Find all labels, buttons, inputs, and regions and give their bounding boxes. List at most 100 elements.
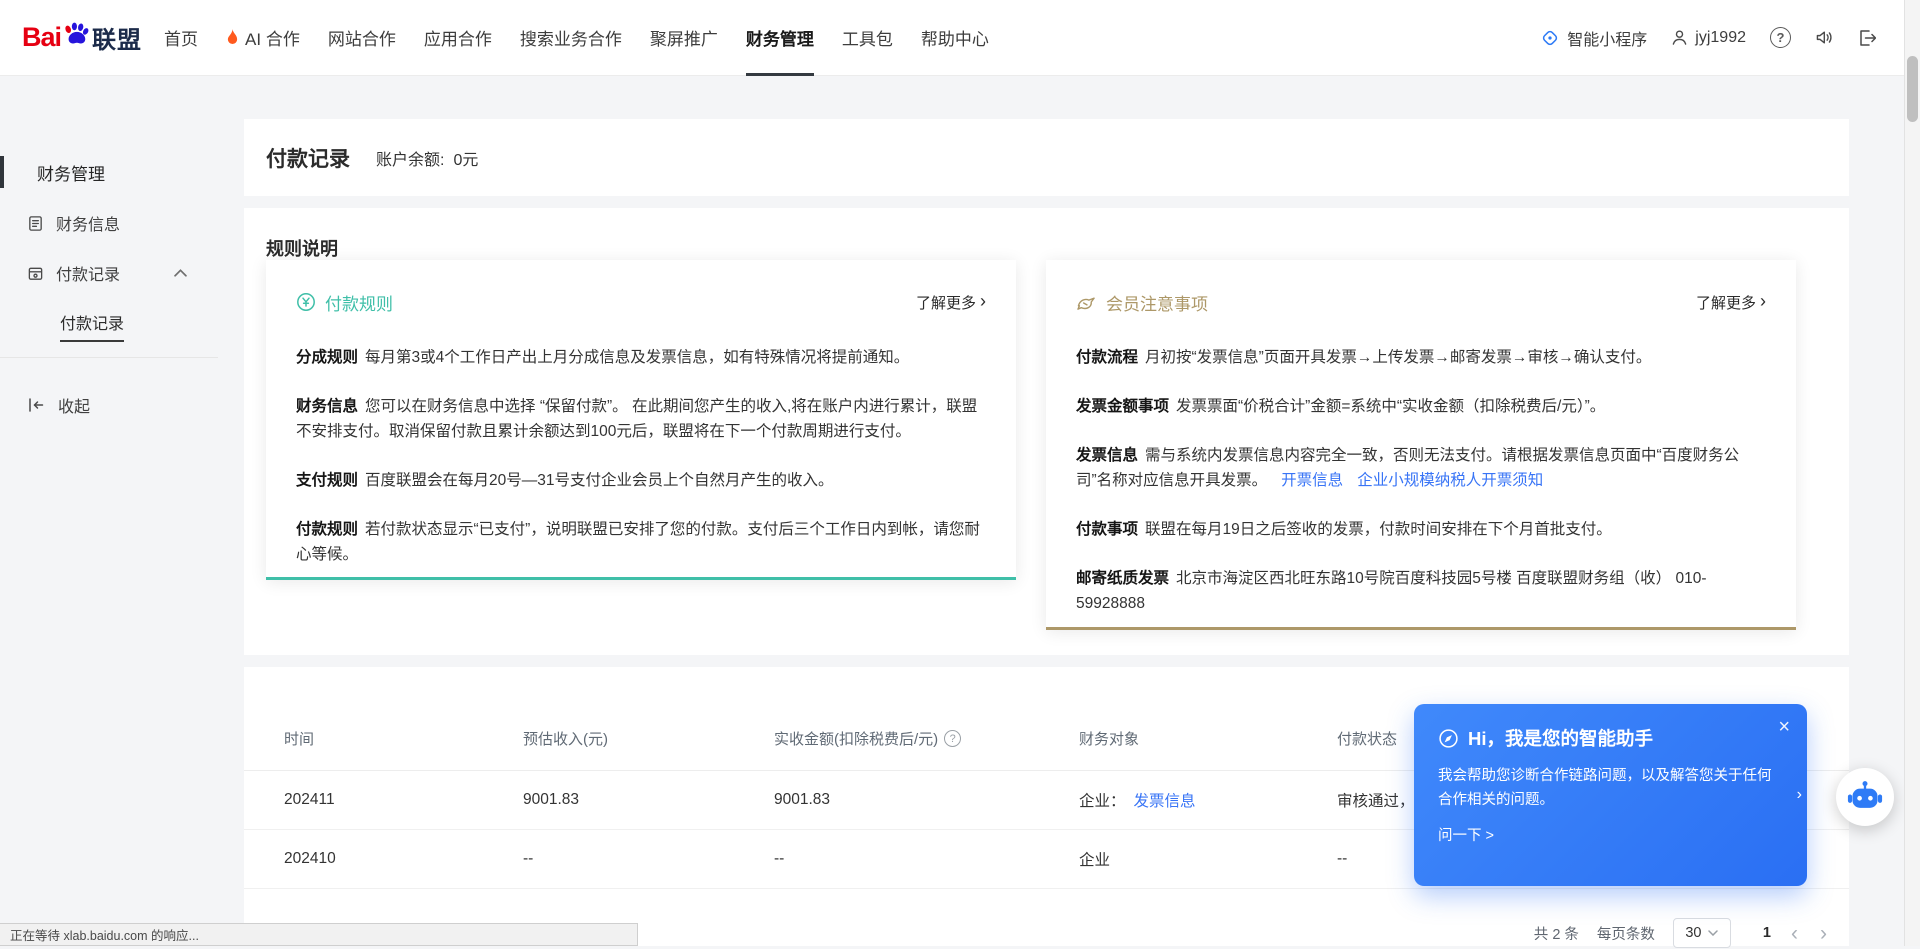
payment-rules-title: 付款规则 — [325, 290, 393, 315]
close-icon[interactable]: × — [1778, 717, 1790, 737]
balance-value: 0元 — [453, 146, 478, 170]
baidu-union-logo[interactable]: Bai 联盟 — [22, 20, 142, 55]
rule-text: 北京市海淀区西北旺东路10号院百度科技园5号楼 百度联盟财务组（收） 010-5… — [1076, 570, 1707, 612]
assistant-robot-avatar[interactable] — [1836, 768, 1894, 826]
sidebar-item-payment-records[interactable]: 付款记录 — [0, 257, 244, 289]
rule-text: 您可以在财务信息中选择 “保留付款”。 在此期间您产生的收入,将在账户内进行累计… — [296, 398, 977, 440]
document-icon — [27, 215, 44, 232]
compass-icon — [1438, 728, 1459, 749]
page-size-select[interactable]: 30 — [1673, 918, 1731, 948]
rule-text: 百度联盟会在每月20号—31号支付企业会员上个自然月产生的收入。 — [365, 472, 833, 489]
rule-paragraph: 发票金额事项发票票面“价税合计”金额=系统中“实收金额（扣除税费后/元）”。 — [1076, 394, 1766, 419]
invoice-info-link[interactable]: 开票信息 — [1281, 472, 1343, 489]
rule-paragraph: 支付规则百度联盟会在每月20号—31号支付企业会员上个自然月产生的收入。 — [296, 468, 986, 493]
rule-text: 发票票面“价税合计”金额=系统中“实收金额（扣除税费后/元）”。 — [1176, 398, 1605, 415]
flame-icon — [226, 29, 239, 46]
nav-item-toolkit[interactable]: 工具包 — [828, 0, 907, 75]
payment-rules-card: 付款规则 了解更多 › 分成规则每月第3或4个工作日产出上月分成信息及发票信息，… — [266, 260, 1016, 580]
cell-entity: 企业 — [1079, 848, 1337, 870]
sidebar-divider — [0, 357, 218, 358]
nav-item-ai-cooperation[interactable]: AI 合作 — [212, 0, 314, 75]
sound-icon[interactable] — [1815, 29, 1834, 46]
assistant-title: Hi，我是您的智能助手 — [1468, 725, 1653, 751]
next-page-button[interactable]: › — [1818, 923, 1829, 944]
scrollbar-thumb[interactable] — [1907, 56, 1918, 122]
main-nav: 首页 AI 合作 网站合作 应用合作 搜索业务合作 聚屏推广 财务管理 工具包 … — [150, 0, 1003, 75]
rule-label: 分成规则 — [296, 349, 358, 366]
rules-section: 规则说明 付款规则 了解更多 › 分成规则每月第3或4个工作日产出上月分成信息及… — [244, 208, 1849, 655]
rule-label: 发票金额事项 — [1076, 398, 1169, 415]
rule-text: 月初按“发票信息”页面开具发票→上传发票→邮寄发票→审核→确认支付。 — [1145, 349, 1651, 366]
assistant-popup: Hi，我是您的智能助手 × 我会帮助您诊断合作链路问题，以及解答您关于任何合作相… — [1414, 704, 1807, 886]
user-icon — [1671, 29, 1688, 46]
payment-rules-more-link[interactable]: 了解更多 › — [916, 292, 986, 313]
page-title: 付款记录 — [266, 143, 350, 173]
page-header-card: 付款记录 账户余额: 0元 — [244, 119, 1849, 196]
scrollbar — [1904, 0, 1920, 946]
miniprogram-icon — [1540, 28, 1560, 48]
member-notes-more-link[interactable]: 了解更多 › — [1696, 292, 1766, 313]
cell-estimated: -- — [523, 850, 774, 868]
sidebar-item-label: 财务信息 — [56, 211, 120, 235]
chevron-right-icon[interactable]: › — [1797, 786, 1802, 804]
sidebar-item-label: 付款记录 — [56, 261, 120, 285]
sidebar-item-finance-info[interactable]: 财务信息 — [0, 207, 244, 239]
nav-item-finance-management[interactable]: 财务管理 — [732, 0, 828, 75]
rule-paragraph: 财务信息您可以在财务信息中选择 “保留付款”。 在此期间您产生的收入,将在账户内… — [296, 394, 986, 444]
logo-text-bai: Bai — [22, 22, 61, 53]
nav-item-screen-promotion[interactable]: 聚屏推广 — [636, 0, 732, 75]
top-navbar: Bai 联盟 首页 AI 合作 网站合作 应用合作 搜索业务合作 聚屏推广 财务… — [0, 0, 1920, 76]
rule-text: 每月第3或4个工作日产出上月分成信息及发票信息，如有特殊情况将提前通知。 — [365, 349, 909, 366]
ask-now-link[interactable]: 问一下 > — [1438, 824, 1494, 845]
rule-paragraph: 分成规则每月第3或4个工作日产出上月分成信息及发票信息，如有特殊情况将提前通知。 — [296, 345, 986, 370]
assistant-message: 我会帮助您诊断合作链路问题，以及解答您关于任何合作相关的问题。 — [1438, 764, 1772, 812]
paw-icon — [63, 21, 90, 46]
rule-paragraph: 付款事项联盟在每月19日之后签收的发票，付款时间安排在下个月首批支付。 — [1076, 517, 1766, 542]
collapse-label: 收起 — [58, 393, 90, 417]
rule-paragraph: 发票信息需与系统内发票信息内容完全一致，否则无法支付。请根据发票信息页面中“百度… — [1076, 443, 1766, 493]
column-header-finance-entity: 财务对象 — [1079, 728, 1337, 749]
username: jyj1992 — [1695, 29, 1746, 47]
coin-icon — [296, 292, 316, 312]
nav-item-search-cooperation[interactable]: 搜索业务合作 — [506, 0, 636, 75]
miniprogram-label: 智能小程序 — [1567, 26, 1647, 50]
cell-time: 202410 — [284, 850, 523, 868]
cell-time: 202411 — [284, 791, 523, 809]
nav-item-app-cooperation[interactable]: 应用合作 — [410, 0, 506, 75]
column-header-actual-amount: 实收金额(扣除税费后/元) ? — [774, 728, 1079, 749]
page-size-label: 每页条数 — [1597, 923, 1655, 944]
small-taxpayer-notice-link[interactable]: 企业小规模纳税人开票须知 — [1357, 472, 1543, 489]
rule-label: 财务信息 — [296, 398, 358, 415]
cell-entity: 企业： 发票信息 — [1079, 789, 1337, 811]
cell-actual: -- — [774, 850, 1079, 868]
assistant-header: Hi，我是您的智能助手 — [1438, 725, 1783, 751]
rules-section-title: 规则说明 — [266, 235, 338, 261]
nav-item-help-center[interactable]: 帮助中心 — [907, 0, 1003, 75]
pagination: 共 2 条 每页条数 30 1 ‹ › — [1534, 917, 1829, 949]
rule-label: 付款规则 — [296, 521, 358, 538]
rule-label: 付款事项 — [1076, 521, 1138, 538]
rule-text: 联盟在每月19日之后签收的发票，付款时间安排在下个月首批支付。 — [1145, 521, 1612, 538]
sidebar-section-finance-management[interactable]: 财务管理 — [0, 156, 244, 188]
chevron-right-icon: › — [980, 292, 986, 310]
nav-item-label: AI 合作 — [245, 25, 300, 50]
rule-paragraph: 邮寄纸质发票北京市海淀区西北旺东路10号院百度科技园5号楼 百度联盟财务组（收）… — [1076, 566, 1766, 616]
nav-item-home[interactable]: 首页 — [150, 0, 212, 75]
invoice-detail-link[interactable]: 发票信息 — [1134, 789, 1196, 811]
user-account[interactable]: jyj1992 — [1671, 29, 1746, 47]
column-header-estimated-income: 预估收入(元) — [523, 728, 774, 749]
total-count: 共 2 条 — [1534, 923, 1579, 944]
rule-label: 付款流程 — [1076, 349, 1138, 366]
info-icon[interactable]: ? — [944, 730, 961, 747]
miniprogram-entry[interactable]: 智能小程序 — [1540, 26, 1647, 50]
help-icon[interactable]: ? — [1770, 27, 1791, 48]
sidebar-subitem-payment-records[interactable]: 付款记录 — [60, 310, 124, 342]
current-page[interactable]: 1 — [1763, 925, 1771, 941]
column-header-time: 时间 — [284, 728, 523, 749]
nav-item-website-cooperation[interactable]: 网站合作 — [314, 0, 410, 75]
browser-status-bar: 正在等待 xlab.baidu.com 的响应... — [0, 923, 638, 946]
rule-label: 支付规则 — [296, 472, 358, 489]
logout-icon[interactable] — [1858, 29, 1876, 47]
prev-page-button[interactable]: ‹ — [1789, 923, 1800, 944]
sidebar-collapse-button[interactable]: 收起 — [0, 389, 244, 421]
